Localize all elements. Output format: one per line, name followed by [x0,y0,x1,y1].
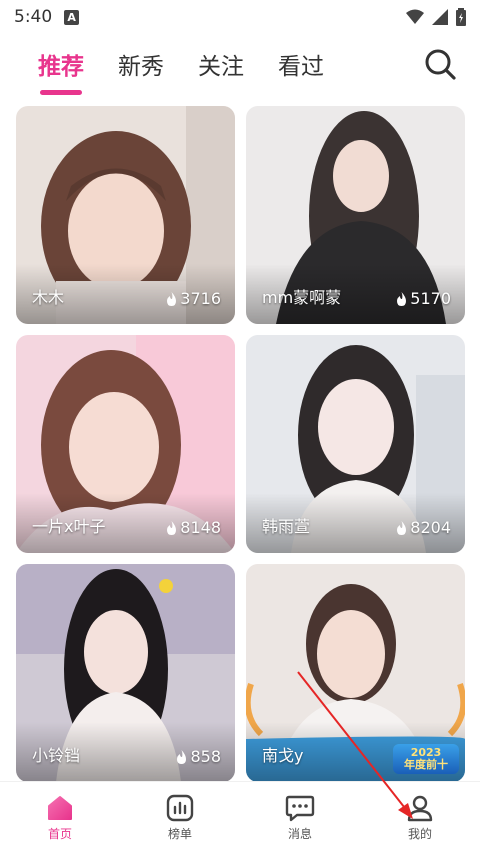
status-icons [406,8,466,26]
nav-label: 首页 [47,827,72,841]
tab-newcomer[interactable]: 新秀 [118,47,164,81]
home-icon [48,796,72,820]
tab-recommend[interactable]: 推荐 [38,47,84,95]
nav-messages[interactable]: 消息 [240,782,360,853]
nav-profile[interactable]: 我的 [360,782,480,853]
streamer-card[interactable]: 小铃铛 858 [16,564,235,782]
flame-icon [167,291,177,306]
streamer-name: 一片x叶子 [32,517,106,536]
streamer-card[interactable]: 一片x叶子 8148 [16,335,235,553]
battery-icon [456,8,466,26]
flame-icon [177,749,187,764]
bottom-nav: 首页 榜单 消息 我的 [0,781,480,853]
message-icon [285,795,315,822]
annual-top-ten-badge: 2023 年度前十 [393,744,459,774]
signal-icon [432,9,448,25]
heat-value: 3716 [180,289,221,308]
heat-count: 5170 [396,289,451,308]
nav-ranking[interactable]: 榜单 [120,782,240,853]
badge-text: 年度前十 [404,758,448,771]
nav-label: 榜单 [167,827,192,841]
streamer-grid: 木木 3716 mm蒙啊蒙 5170 一片x叶子 8148 韩雨萱 8204 小… [16,106,466,782]
heat-value: 858 [190,747,221,766]
heat-count: 8204 [396,518,451,537]
streamer-card[interactable]: mm蒙啊蒙 5170 [246,106,465,324]
heat-count: 3716 [166,289,221,308]
flame-icon [397,520,407,535]
heat-value: 8148 [180,518,221,537]
profile-icon [407,795,433,822]
wifi-icon [406,9,424,24]
status-time: 5:40 [14,7,53,27]
heat-value: 5170 [410,289,451,308]
streamer-card[interactable]: 木木 3716 [16,106,235,324]
nav-home[interactable]: 首页 [0,782,120,853]
flame-icon [397,291,407,306]
tab-following[interactable]: 关注 [198,47,244,81]
heat-count: 858 [176,747,221,766]
status-bar: 5:40 A [0,0,480,34]
search-icon[interactable] [422,46,458,82]
streamer-name: mm蒙啊蒙 [262,288,342,307]
streamer-name: 南戈y [262,746,304,765]
nav-label: 我的 [407,827,432,841]
nav-label: 消息 [287,827,312,841]
streamer-card[interactable]: 南戈y 2023 年度前十 [246,564,465,782]
streamer-name: 木木 [32,288,65,307]
tab-watched[interactable]: 看过 [278,47,324,81]
top-tab-bar: 推荐 新秀 关注 看过 [0,38,480,95]
chart-icon [166,794,194,822]
heat-count: 8148 [166,518,221,537]
flame-icon [167,520,177,535]
streamer-name: 韩雨萱 [262,517,311,536]
notification-a-icon: A [64,9,80,25]
streamer-card[interactable]: 韩雨萱 8204 [246,335,465,553]
streamer-name: 小铃铛 [32,746,81,765]
heat-value: 8204 [410,518,451,537]
